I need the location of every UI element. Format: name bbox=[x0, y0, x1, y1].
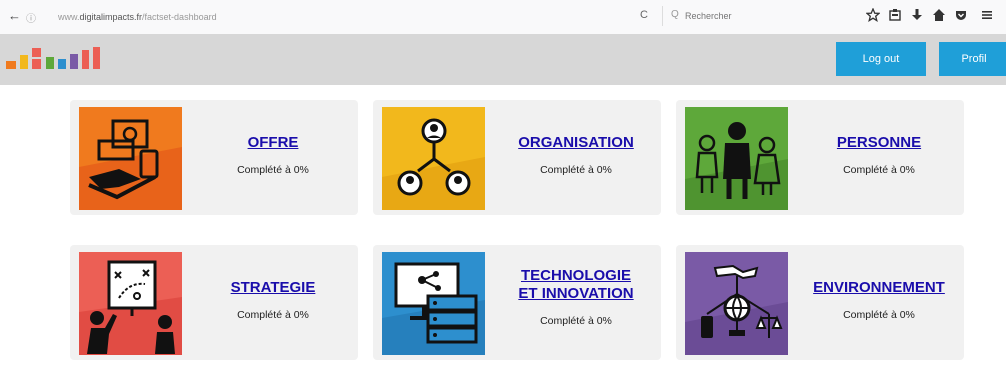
tech-servers-icon bbox=[382, 252, 485, 355]
card-technologie-title-line1: TECHNOLOGIE bbox=[520, 267, 631, 284]
url-domain: digitalimpacts.fr bbox=[79, 12, 143, 22]
card-technologie-status: Complété à 0% bbox=[540, 315, 612, 327]
card-strategie-text: STRATEGIE Complété à 0% bbox=[188, 245, 358, 360]
download-icon[interactable] bbox=[910, 8, 924, 22]
logout-button[interactable]: Log out bbox=[836, 42, 926, 76]
card-environnement[interactable]: ENVIRONNEMENT Complété à 0% bbox=[676, 245, 964, 360]
reload-button[interactable]: C bbox=[640, 9, 648, 21]
strategy-board-icon bbox=[79, 252, 182, 355]
card-technologie-title[interactable]: TECHNOLOGIE ET INNOVATION bbox=[491, 267, 661, 303]
back-button[interactable]: ← bbox=[8, 8, 21, 23]
library-icon[interactable] bbox=[888, 8, 902, 22]
address-bar[interactable]: www.digitalimpacts.fr/factset-dashboard bbox=[58, 12, 217, 22]
card-environnement-text: ENVIRONNEMENT Complété à 0% bbox=[794, 245, 964, 360]
card-organisation-text: ORGANISATION Complété à 0% bbox=[491, 100, 661, 215]
environment-globe-icon bbox=[685, 252, 788, 355]
card-offre-text: OFFRE Complété à 0% bbox=[188, 100, 358, 215]
url-path: /factset-dashboard bbox=[142, 12, 217, 22]
bookmark-star-icon[interactable] bbox=[866, 8, 880, 22]
card-offre-title[interactable]: OFFRE bbox=[188, 134, 358, 152]
card-offre[interactable]: OFFRE Complété à 0% bbox=[70, 100, 358, 215]
pocket-icon[interactable] bbox=[954, 8, 968, 22]
profil-button[interactable]: Profil bbox=[939, 42, 1006, 76]
card-personne-status: Complété à 0% bbox=[843, 164, 915, 176]
home-icon[interactable] bbox=[932, 8, 946, 22]
card-strategie[interactable]: STRATEGIE Complété à 0% bbox=[70, 245, 358, 360]
brand-logo[interactable] bbox=[2, 44, 122, 74]
site-info-icon[interactable]: ⓘ bbox=[26, 10, 36, 25]
card-personne-title[interactable]: PERSONNE bbox=[794, 134, 964, 152]
card-technologie-text: TECHNOLOGIE ET INNOVATION Complété à 0% bbox=[491, 245, 661, 360]
card-strategie-status: Complété à 0% bbox=[237, 309, 309, 321]
browser-search-input[interactable] bbox=[683, 8, 837, 24]
org-chart-icon bbox=[382, 107, 485, 210]
menu-icon[interactable] bbox=[980, 8, 994, 22]
card-technologie[interactable]: TECHNOLOGIE ET INNOVATION Complété à 0% bbox=[373, 245, 661, 360]
card-environnement-status: Complété à 0% bbox=[843, 309, 915, 321]
card-offre-status: Complété à 0% bbox=[237, 164, 309, 176]
money-hand-icon bbox=[79, 107, 182, 210]
card-strategie-title[interactable]: STRATEGIE bbox=[188, 279, 358, 297]
card-organisation-status: Complété à 0% bbox=[540, 164, 612, 176]
search-icon: Q bbox=[671, 9, 679, 20]
people-icon bbox=[685, 107, 788, 210]
card-technologie-title-line2: ET INNOVATION bbox=[518, 285, 634, 302]
browser-toolbar: ← ⓘ www.digitalimpacts.fr/factset-dashbo… bbox=[0, 0, 1006, 35]
card-personne-text: PERSONNE Complété à 0% bbox=[794, 100, 964, 215]
card-personne[interactable]: PERSONNE Complété à 0% bbox=[676, 100, 964, 215]
card-environnement-title[interactable]: ENVIRONNEMENT bbox=[794, 279, 964, 297]
card-organisation-title[interactable]: ORGANISATION bbox=[491, 134, 661, 152]
card-organisation[interactable]: ORGANISATION Complété à 0% bbox=[373, 100, 661, 215]
url-prefix: www. bbox=[58, 12, 80, 22]
app-header: Log out Profil bbox=[0, 34, 1006, 85]
browser-search[interactable]: Q bbox=[662, 6, 843, 26]
